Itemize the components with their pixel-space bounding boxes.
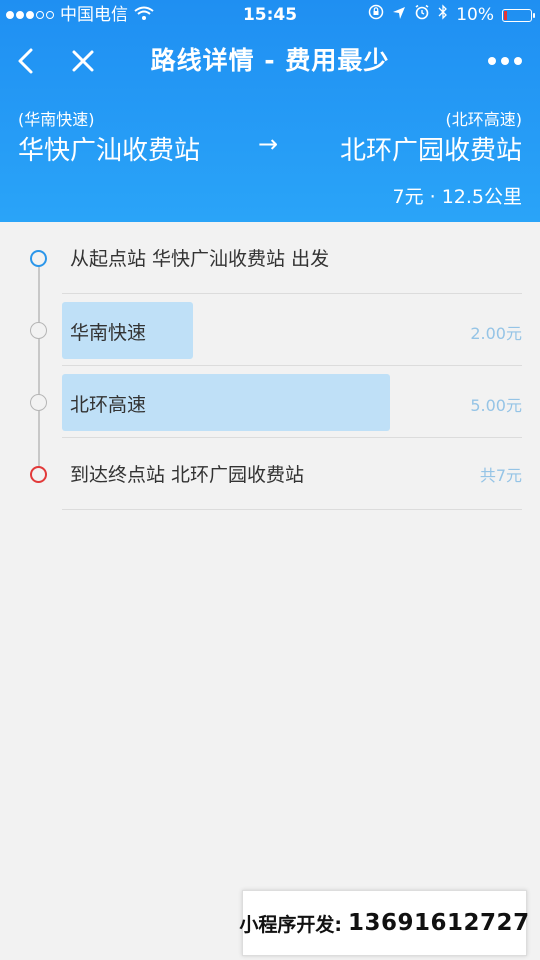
- nav-bar: 路线详情 - 费用最少: [0, 32, 540, 90]
- more-button[interactable]: [480, 32, 530, 90]
- watermark-label: 小程序开发:: [239, 913, 343, 936]
- route-cost-distance: 7元 · 12.5公里: [392, 186, 522, 208]
- developer-contact-watermark: 小程序开发: 13691612727: [239, 890, 530, 956]
- start-point-icon: [30, 250, 47, 267]
- step-start-text: 从起点站 华快广汕收费站 出发: [70, 248, 330, 270]
- watermark-number: 13691612727: [348, 910, 530, 936]
- road-name: 北环高速: [70, 394, 147, 416]
- waypoint-icon: [30, 322, 47, 339]
- alarm-icon: [414, 0, 430, 30]
- road-price: 5.00元: [470, 396, 522, 415]
- from-road: (华南快速): [18, 110, 95, 129]
- from-station: 华快广汕收费站: [18, 136, 201, 166]
- location-arrow-icon: [392, 0, 406, 30]
- battery-percent: 10%: [456, 5, 494, 25]
- status-bar: 中国电信 15:45 10%: [0, 0, 540, 30]
- step-road-2: 北环高速 5.00元: [0, 366, 540, 438]
- bluetooth-icon: [438, 0, 448, 30]
- step-road-1: 华南快速 2.00元: [0, 294, 540, 366]
- total-price: 共7元: [479, 466, 522, 485]
- more-dots-icon: [488, 57, 522, 65]
- step-end: 到达终点站 北环广园收费站 共7元: [0, 438, 540, 510]
- battery-icon: [502, 8, 535, 22]
- status-right: 10%: [368, 0, 535, 30]
- step-end-text: 到达终点站 北环广园收费站: [70, 464, 305, 486]
- end-point-icon: [30, 466, 47, 483]
- divider: [62, 509, 522, 510]
- close-button[interactable]: [66, 32, 100, 90]
- waypoint-icon: [30, 394, 47, 411]
- road-bar-2: 北环高速: [62, 374, 390, 431]
- road-price: 2.00元: [470, 324, 522, 343]
- rotation-lock-icon: [368, 0, 384, 30]
- header: 中国电信 15:45 10% 路线详情 - 费用最少 (华南快速) (北环高速)…: [0, 0, 540, 222]
- road-name: 华南快速: [70, 322, 147, 344]
- step-start: 从起点站 华快广汕收费站 出发: [0, 222, 540, 294]
- road-bar-1: 华南快速: [62, 302, 193, 359]
- back-button[interactable]: [8, 32, 42, 90]
- to-station: 北环广园收费站: [339, 136, 522, 166]
- route-arrow: →: [258, 130, 279, 158]
- to-road: (北环高速): [445, 110, 523, 129]
- chevron-left-icon: [18, 48, 33, 74]
- close-icon: [72, 50, 94, 72]
